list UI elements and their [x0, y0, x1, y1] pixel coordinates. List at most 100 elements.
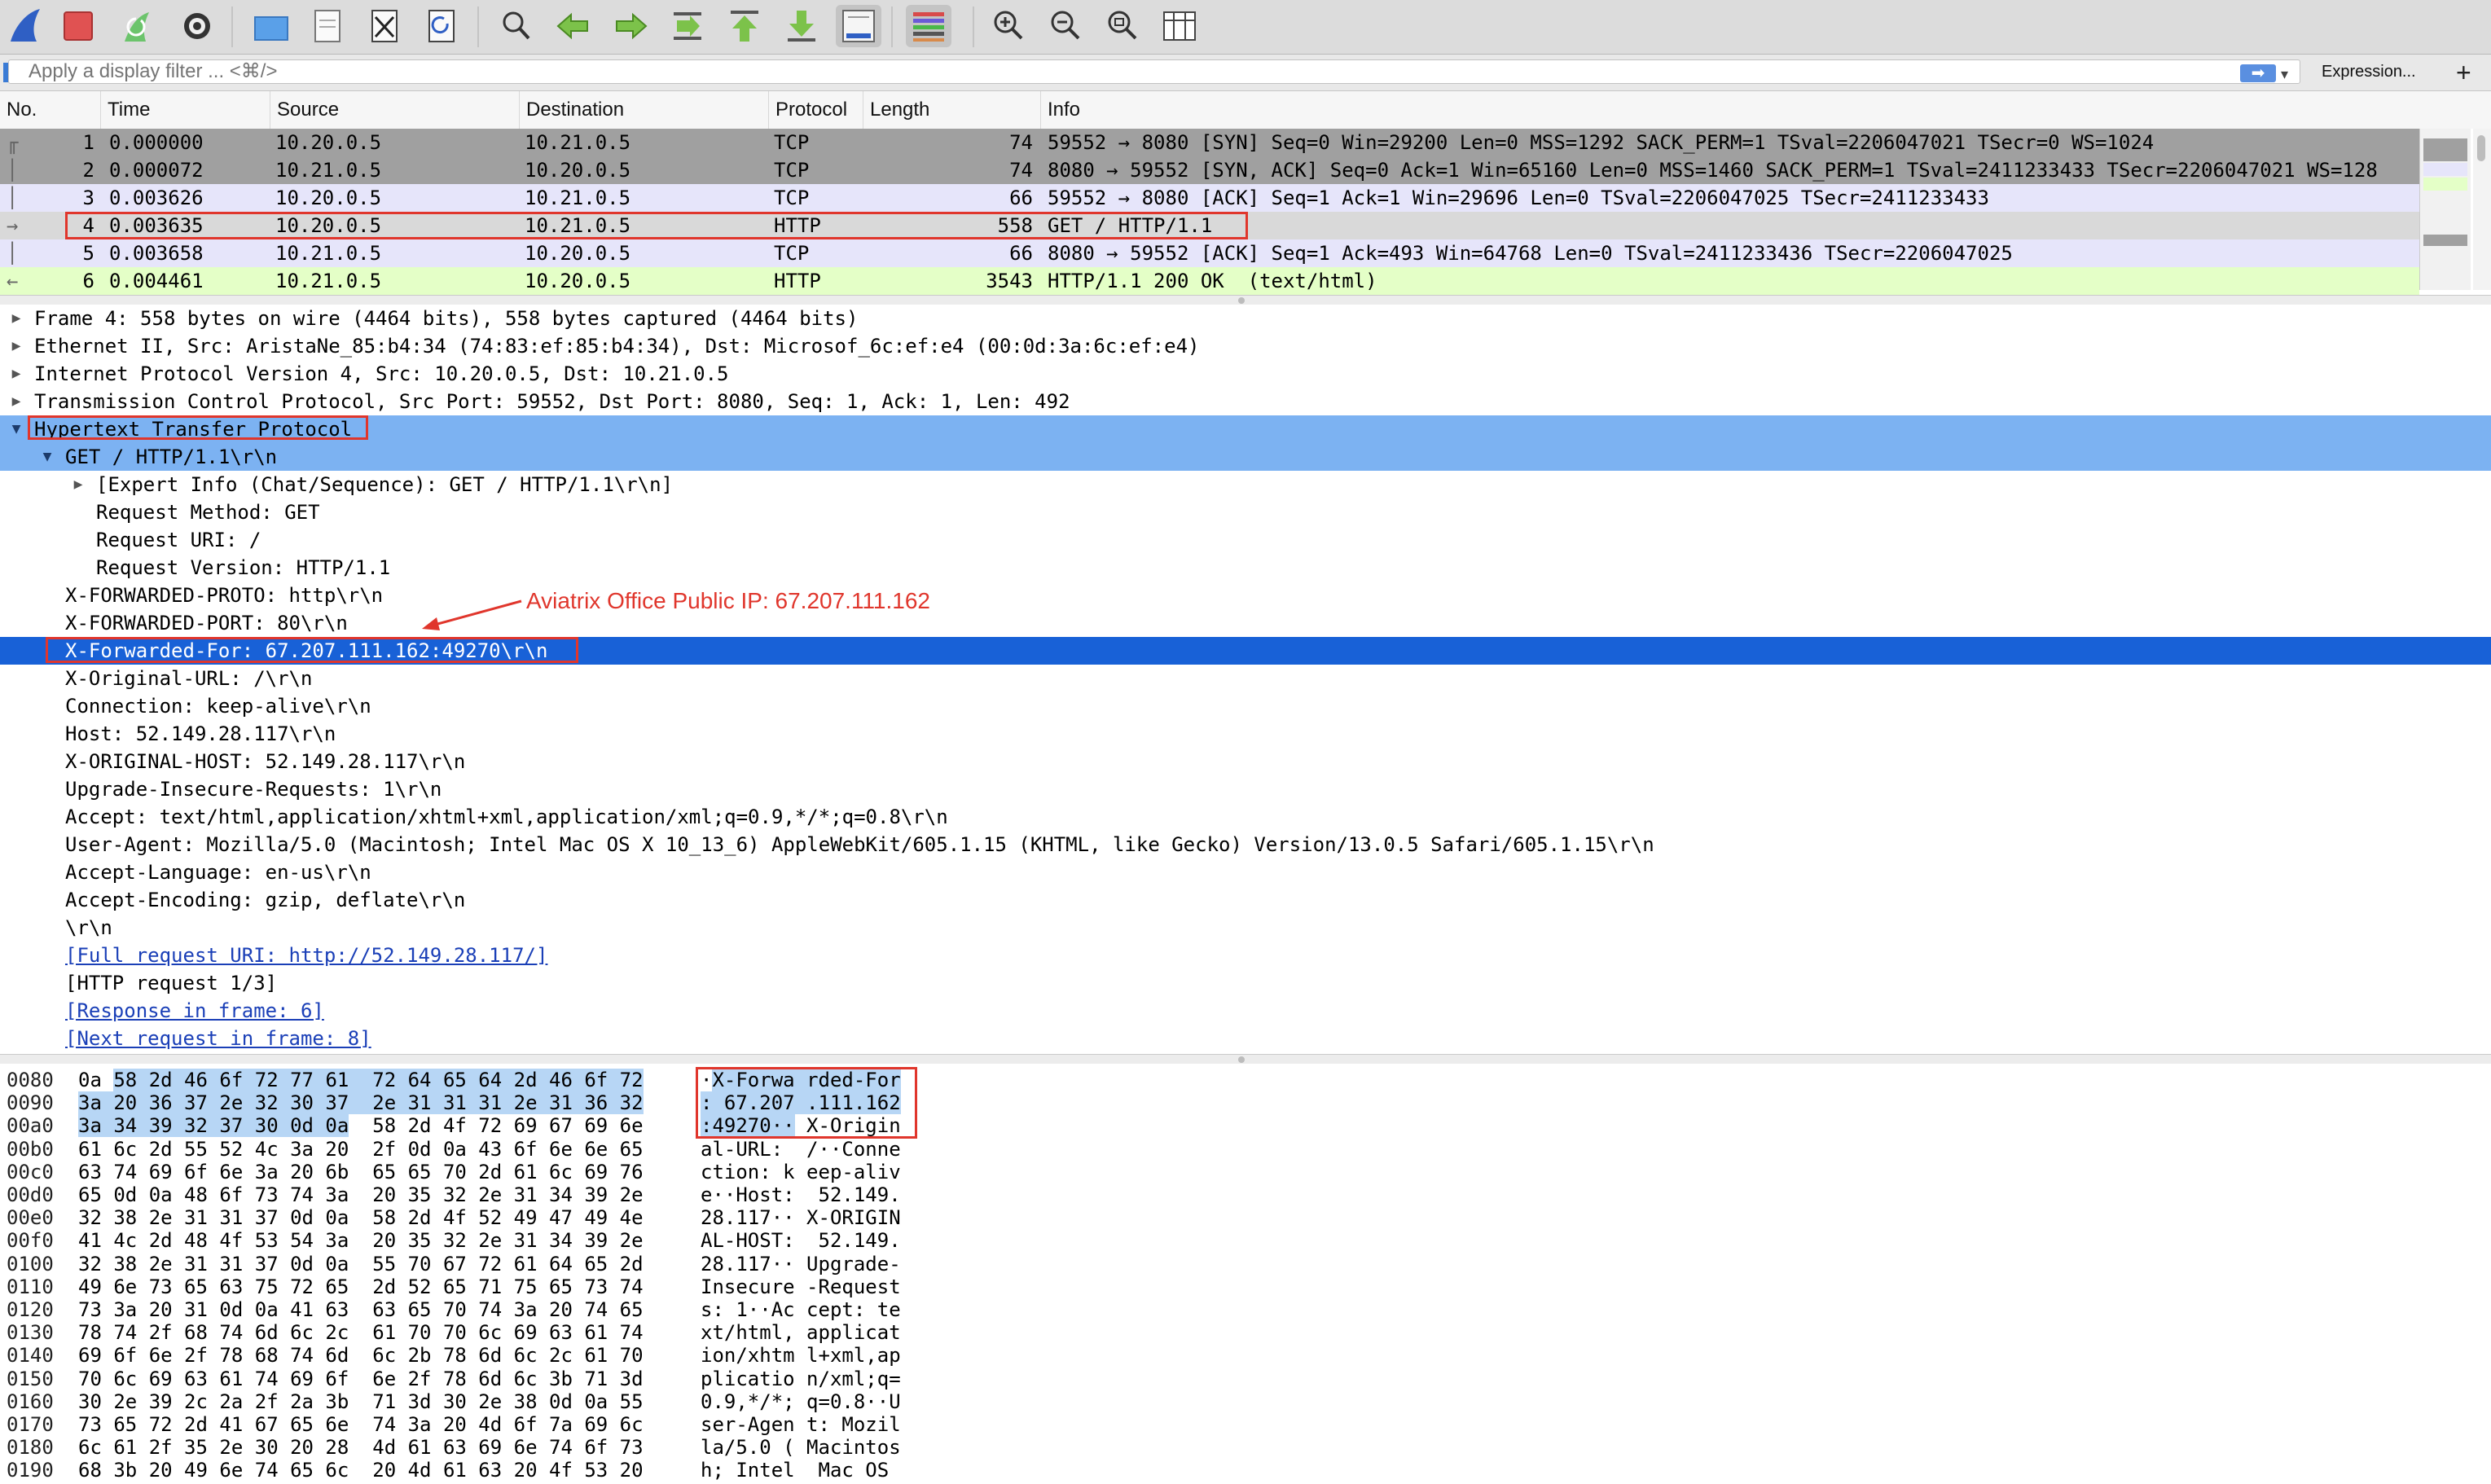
hex-bytes-second-half: 63 65 70 74 3a 20 74 65: [372, 1298, 644, 1321]
packet-row[interactable]: ╓ 1 0.000000 10.20.0.5 10.21.0.5 TCP 74 59552 →…: [0, 129, 2419, 156]
expand-triangle-icon[interactable]: ▶: [8, 332, 24, 360]
detail-row[interactable]: [HTTP request 1/3]: [0, 969, 2491, 997]
detail-row[interactable]: \r\n: [0, 914, 2491, 942]
detail-link[interactable]: [Response in frame: 6]: [65, 997, 324, 1025]
detail-row[interactable]: Accept-Encoding: gzip, deflate\r\n: [0, 886, 2491, 914]
restart-capture-icon[interactable]: [114, 5, 160, 47]
stop-capture-icon[interactable]: [55, 5, 101, 47]
ascii-second-half: q=0.8··U: [806, 1390, 901, 1413]
packet-row[interactable]: ← 6 0.004461 10.21.0.5 10.20.0.5 HTTP 3543 HTTP…: [0, 267, 2419, 295]
hex-offset: 00f0: [7, 1229, 54, 1253]
detail-text: Internet Protocol Version 4, Src: 10.20.…: [34, 362, 729, 385]
autoscroll-icon[interactable]: [836, 5, 881, 47]
packet-time: 0.004461: [109, 270, 204, 292]
detail-row[interactable]: ▶ Ethernet II, Src: AristaNe_85:b4:34 (74…: [0, 332, 2491, 360]
zoom-out-icon[interactable]: [1043, 5, 1088, 47]
detail-row[interactable]: ▶ Frame 4: 558 bytes on wire (4464 bits),…: [0, 305, 2491, 332]
apply-filter-button[interactable]: ➡: [2240, 64, 2276, 82]
detail-row[interactable]: User-Agent: Mozilla/5.0 (Macintosh; Inte…: [0, 831, 2491, 858]
column-header-length[interactable]: Length: [863, 91, 1041, 129]
last-packet-icon[interactable]: [779, 5, 824, 47]
zoom-in-icon[interactable]: [986, 5, 1031, 47]
detail-row[interactable]: Request Version: HTTP/1.1: [0, 554, 2491, 582]
hex-ascii: h; Intel Mac OS: [701, 1459, 901, 1482]
expand-triangle-icon[interactable]: ▶: [8, 388, 24, 415]
detail-row[interactable]: ▼ Hypertext Transfer Protocol: [0, 415, 2491, 443]
first-packet-icon[interactable]: [722, 5, 767, 47]
collapse-triangle-icon[interactable]: ▼: [8, 415, 24, 443]
capture-options-icon[interactable]: [174, 5, 220, 47]
hex-bytes: 32 38 2e 31 31 37 0d 0a 55 70 67 72 61 6…: [78, 1253, 644, 1275]
reload-file-icon[interactable]: [419, 5, 464, 47]
shark-fin-start-icon[interactable]: [2, 5, 47, 47]
hex-ascii: 28.117·· Upgrade-: [701, 1253, 901, 1275]
detail-row[interactable]: Request Method: GET: [0, 498, 2491, 526]
expand-triangle-icon[interactable]: ▶: [8, 305, 24, 332]
highlight-box-x-forwarded-for: [46, 637, 578, 663]
resize-columns-icon[interactable]: [1157, 5, 1202, 47]
go-back-icon[interactable]: [551, 5, 596, 47]
add-filter-button[interactable]: +: [2456, 58, 2471, 88]
packet-protocol: TCP: [774, 131, 810, 154]
detail-row[interactable]: Connection: keep-alive\r\n: [0, 692, 2491, 720]
detail-text: Connection: keep-alive\r\n: [65, 695, 371, 718]
hex-offset: 0090: [7, 1091, 54, 1115]
ascii-plain: AL-HOST:: [701, 1229, 795, 1253]
detail-row[interactable]: X-FORWARDED-PROTO: http\r\n: [0, 582, 2491, 609]
packet-protocol: HTTP: [774, 270, 821, 292]
close-file-icon[interactable]: [362, 5, 407, 47]
go-to-packet-icon[interactable]: [665, 5, 710, 47]
column-header-time[interactable]: Time: [101, 91, 270, 129]
detail-row[interactable]: X-Original-URL: /\r\n: [0, 665, 2491, 692]
detail-row[interactable]: [Response in frame: 6]: [0, 997, 2491, 1025]
normal-size-icon[interactable]: [1100, 5, 1145, 47]
detail-row[interactable]: Host: 52.149.28.117\r\n: [0, 720, 2491, 748]
colorize-icon[interactable]: [906, 5, 951, 47]
packet-minimap[interactable]: [2419, 129, 2471, 290]
packet-list-scroll-thumb[interactable]: [2477, 135, 2485, 161]
detail-row[interactable]: ▶ Transmission Control Protocol, Src Port…: [0, 388, 2491, 415]
detail-text: User-Agent: Mozilla/5.0 (Macintosh; Inte…: [65, 833, 1654, 856]
packet-info: 8080 → 59552 [ACK] Seq=1 Ack=493 Win=647…: [1048, 242, 2013, 265]
column-header-protocol[interactable]: Protocol: [769, 91, 863, 129]
detail-link[interactable]: [Full request URI: http://52.149.28.117/…: [65, 942, 547, 969]
packet-row[interactable]: │ 5 0.003658 10.21.0.5 10.20.0.5 TCP 66 8080 → …: [0, 239, 2419, 267]
detail-row[interactable]: X-ORIGINAL-HOST: 52.149.28.117\r\n: [0, 748, 2491, 775]
detail-text: Frame 4: 558 bytes on wire (4464 bits), …: [34, 307, 859, 330]
hex-bytes-second-half: 71 3d 30 2e 38 0d 0a 55: [372, 1390, 644, 1413]
column-header-info[interactable]: Info: [1041, 91, 2491, 129]
detail-row[interactable]: ▶ Internet Protocol Version 4, Src: 10.20…: [0, 360, 2491, 388]
ascii-second-half: l+xml,ap: [806, 1344, 901, 1368]
packet-no: 2: [82, 159, 94, 182]
detail-row[interactable]: Request URI: /: [0, 526, 2491, 554]
detail-text: \r\n: [65, 916, 112, 939]
detail-row[interactable]: Accept-Language: en-us\r\n: [0, 858, 2491, 886]
open-file-icon[interactable]: [248, 5, 293, 47]
detail-row[interactable]: ▼ GET / HTTP/1.1\r\n: [0, 443, 2491, 471]
expand-triangle-icon[interactable]: ▶: [70, 471, 86, 498]
display-filter-input[interactable]: [8, 59, 2300, 84]
detail-row[interactable]: ▶ [Expert Info (Chat/Sequence): GET / HTT…: [0, 471, 2491, 498]
column-header-source[interactable]: Source: [270, 91, 520, 129]
collapse-triangle-icon[interactable]: ▼: [39, 443, 55, 471]
save-file-icon[interactable]: [305, 5, 350, 47]
hex-bytes-second-half: 20 4d 61 63 20 4f 53 20: [372, 1459, 644, 1482]
go-forward-icon[interactable]: [608, 5, 653, 47]
filter-history-dropdown-icon[interactable]: ▾: [2281, 66, 2288, 83]
hex-bytes: 32 38 2e 31 31 37 0d 0a 58 2d 4f 52 49 4…: [78, 1206, 644, 1229]
detail-row[interactable]: [Next request in frame: 8]: [0, 1025, 2491, 1052]
expand-triangle-icon[interactable]: ▶: [8, 360, 24, 388]
column-header-destination[interactable]: Destination: [520, 91, 769, 129]
detail-row[interactable]: Accept: text/html,application/xhtml+xml,…: [0, 803, 2491, 831]
find-packet-icon[interactable]: [494, 5, 539, 47]
ascii-second-half: 52.149.: [806, 1229, 901, 1253]
column-header-no[interactable]: No.: [0, 91, 101, 129]
packet-row[interactable]: │ 2 0.000072 10.21.0.5 10.20.0.5 TCP 74 8080 → …: [0, 156, 2419, 184]
detail-link[interactable]: [Next request in frame: 8]: [65, 1025, 371, 1052]
detail-row[interactable]: Upgrade-Insecure-Requests: 1\r\n: [0, 775, 2491, 803]
detail-row[interactable]: [Full request URI: http://52.149.28.117/…: [0, 942, 2491, 969]
expression-button[interactable]: Expression...: [2322, 63, 2416, 81]
hex-bytes-second-half: 74 3a 20 4d 6f 7a 69 6c: [372, 1413, 644, 1436]
packet-row[interactable]: │ 3 0.003626 10.20.0.5 10.21.0.5 TCP 66 59552 →…: [0, 184, 2419, 212]
detail-row[interactable]: X-FORWARDED-PORT: 80\r\n: [0, 609, 2491, 637]
